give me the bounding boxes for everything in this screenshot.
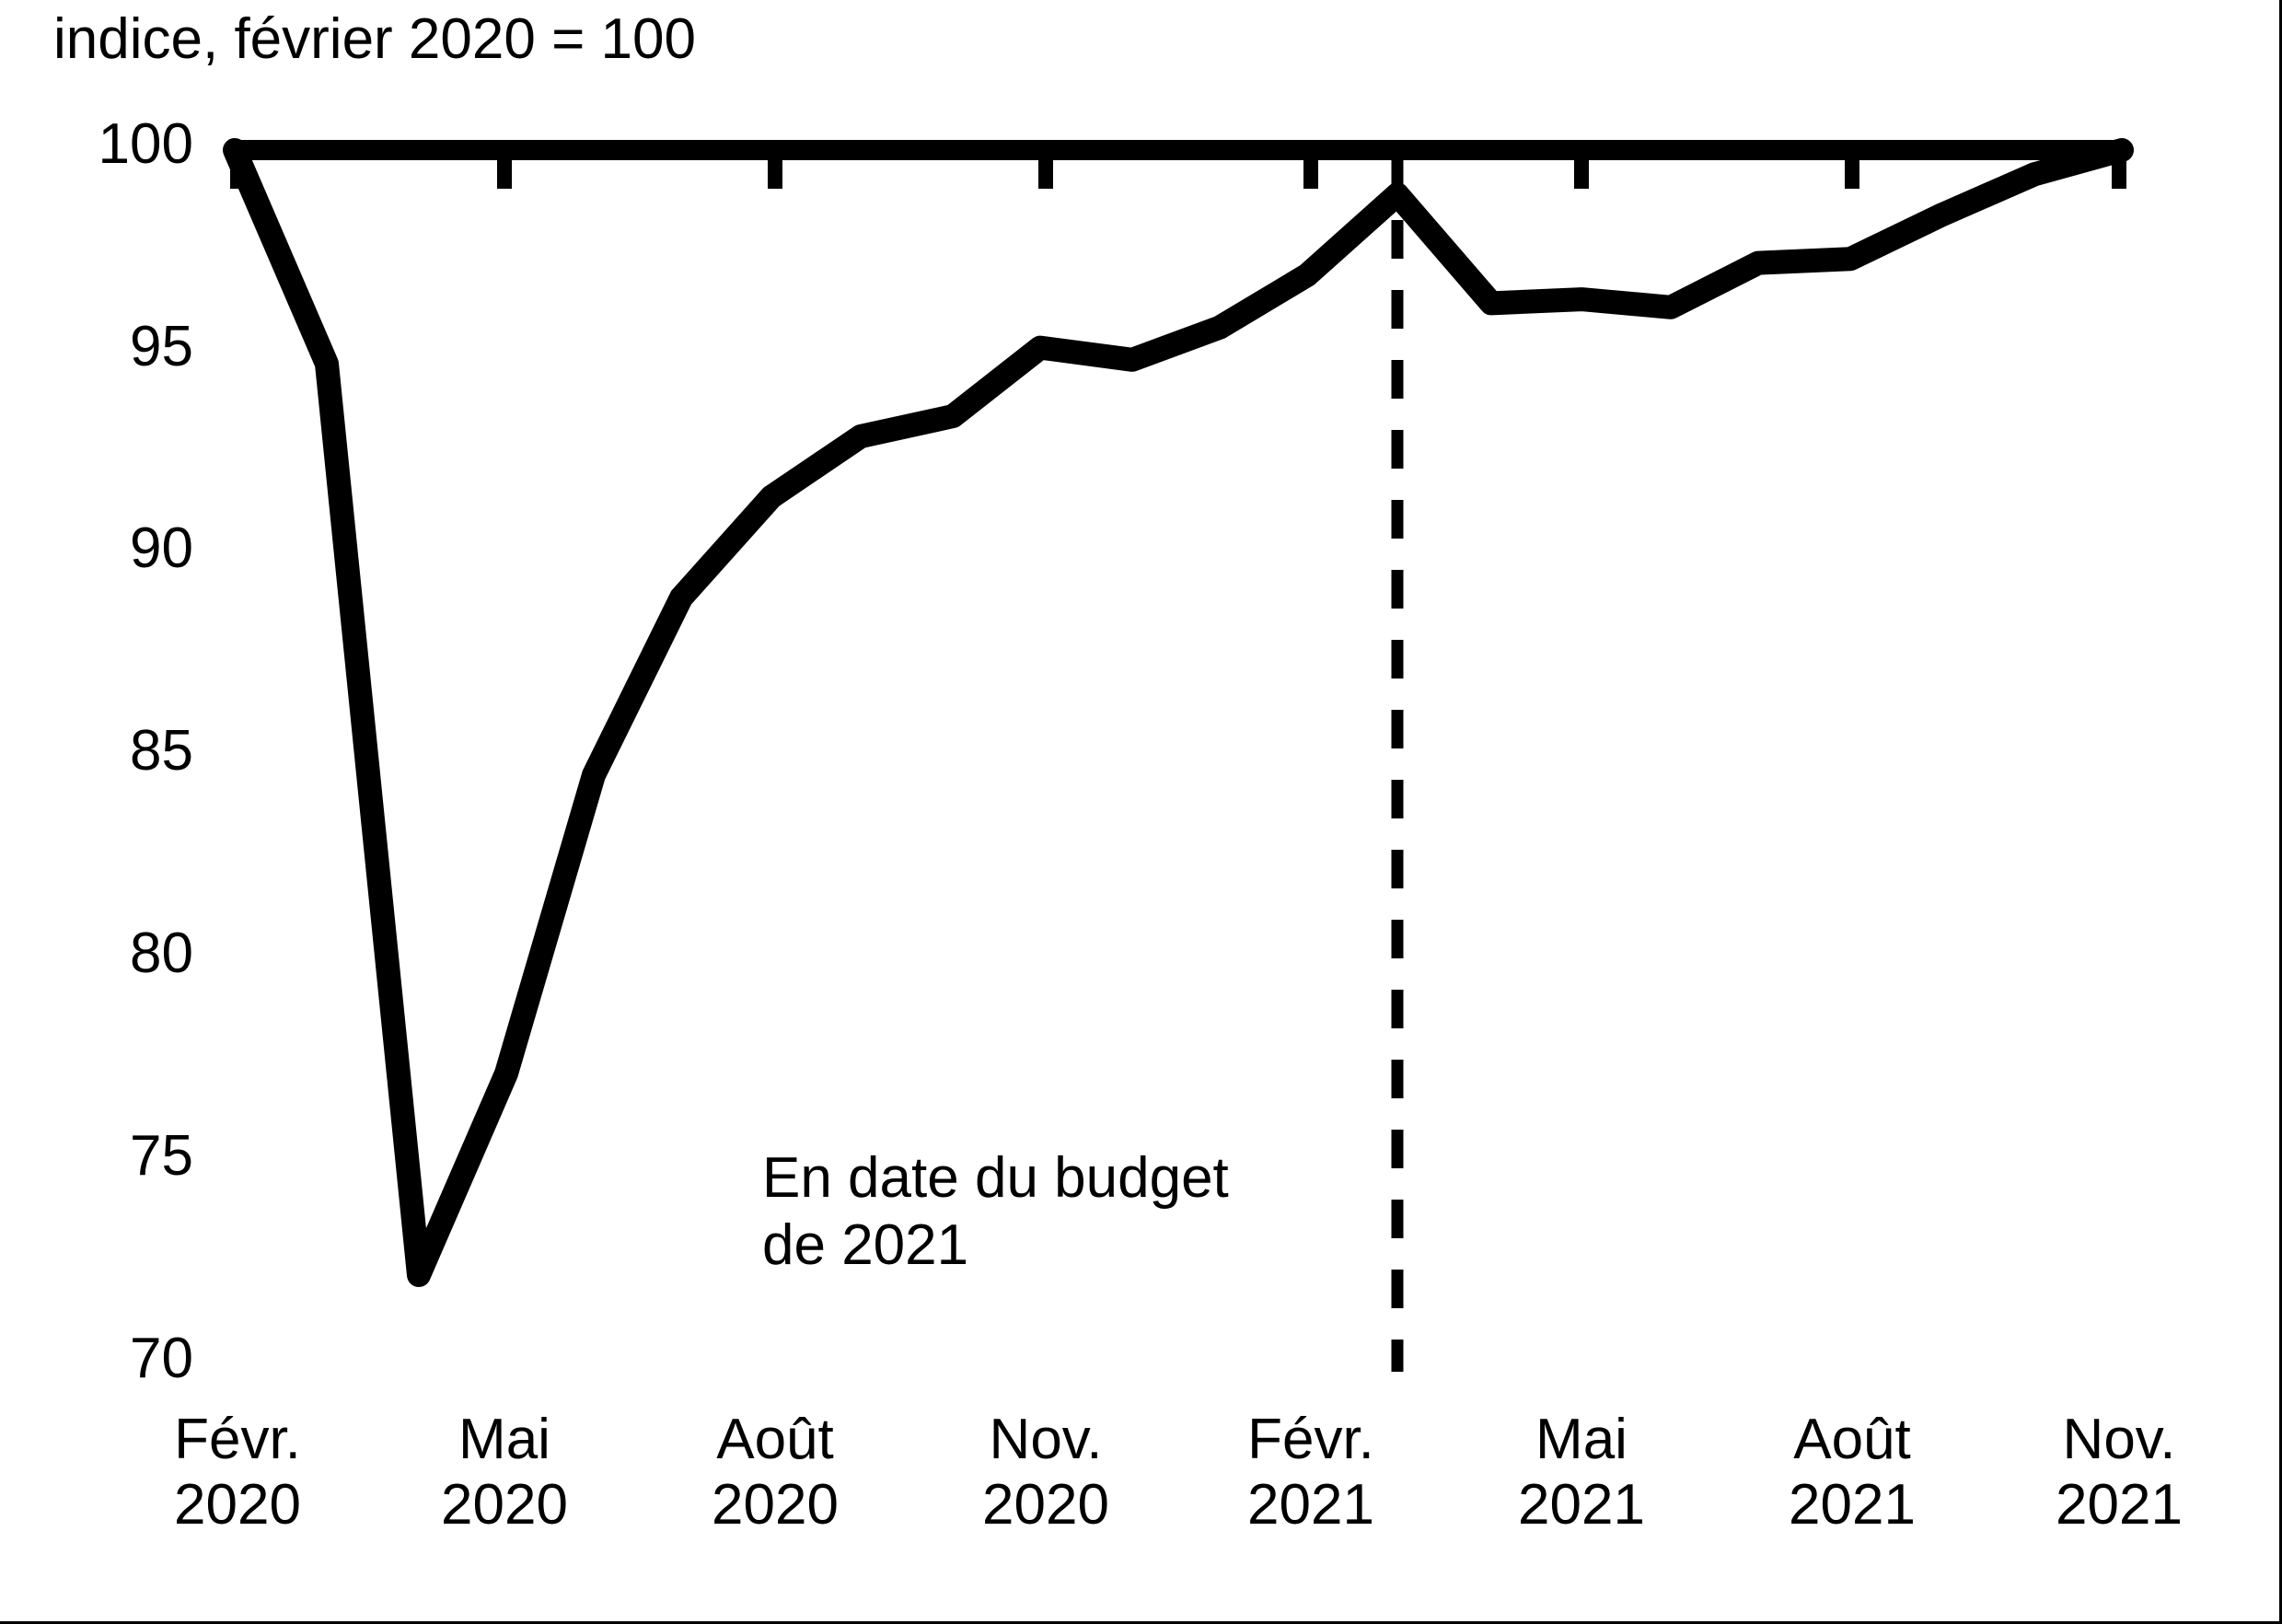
x-tick-year: 2021 — [1247, 1473, 1374, 1537]
y-tick-label-100: 100 — [98, 112, 193, 176]
y-tick-label-95: 95 — [130, 315, 193, 378]
annotation-line-1: En date du budget — [762, 1146, 1229, 1210]
x-tick-month: Févr. — [174, 1408, 301, 1471]
x-tick-year: 2021 — [1789, 1473, 1916, 1537]
x-tick-month: Mai — [458, 1408, 550, 1471]
employment-index-line — [223, 138, 2134, 1287]
x-tick-label-aout-2021: Août 2021 — [1714, 1407, 1990, 1538]
x-tick-month: Nov. — [989, 1408, 1103, 1471]
x-tick-label-nov-2021: Nov. 2021 — [1981, 1407, 2257, 1538]
chart-plot-area — [223, 138, 2134, 1372]
x-tick-month: Nov. — [2062, 1408, 2176, 1471]
annotation-line-2: de 2021 — [762, 1213, 969, 1278]
x-tick-year: 2020 — [982, 1473, 1109, 1537]
y-tick-label-80: 80 — [130, 922, 193, 985]
budget-2021-annotation: En date du budget de 2021 — [762, 1144, 1407, 1279]
x-tick-year: 2021 — [2056, 1473, 2183, 1537]
y-tick-label-90: 90 — [130, 516, 193, 580]
y-tick-label-75: 75 — [130, 1124, 193, 1188]
y-tick-label-70: 70 — [130, 1327, 193, 1390]
x-tick-label-aout-2020: Août 2020 — [637, 1407, 913, 1538]
x-tick-year: 2020 — [441, 1473, 568, 1537]
x-tick-month: Août — [716, 1408, 834, 1471]
x-tick-year: 2021 — [1518, 1473, 1645, 1537]
chart-figure: indice, février 2020 = 100 100 95 90 85 … — [0, 0, 2282, 1624]
x-tick-label-mai-2020: Mai 2020 — [366, 1407, 643, 1538]
x-tick-month: Août — [1793, 1408, 1911, 1471]
y-tick-label-85: 85 — [130, 719, 193, 783]
x-tick-year: 2020 — [712, 1473, 839, 1537]
x-tick-month: Mai — [1535, 1408, 1628, 1471]
x-tick-label-nov-2020: Nov. 2020 — [908, 1407, 1184, 1538]
x-tick-year: 2020 — [174, 1473, 301, 1537]
x-tick-month: Févr. — [1247, 1408, 1374, 1471]
x-tick-label-mai-2021: Mai 2021 — [1443, 1407, 1720, 1538]
x-tick-label-fevr-2021: Févr. 2021 — [1173, 1407, 1449, 1538]
x-tick-label-fevr-2020: Févr. 2020 — [99, 1407, 376, 1538]
